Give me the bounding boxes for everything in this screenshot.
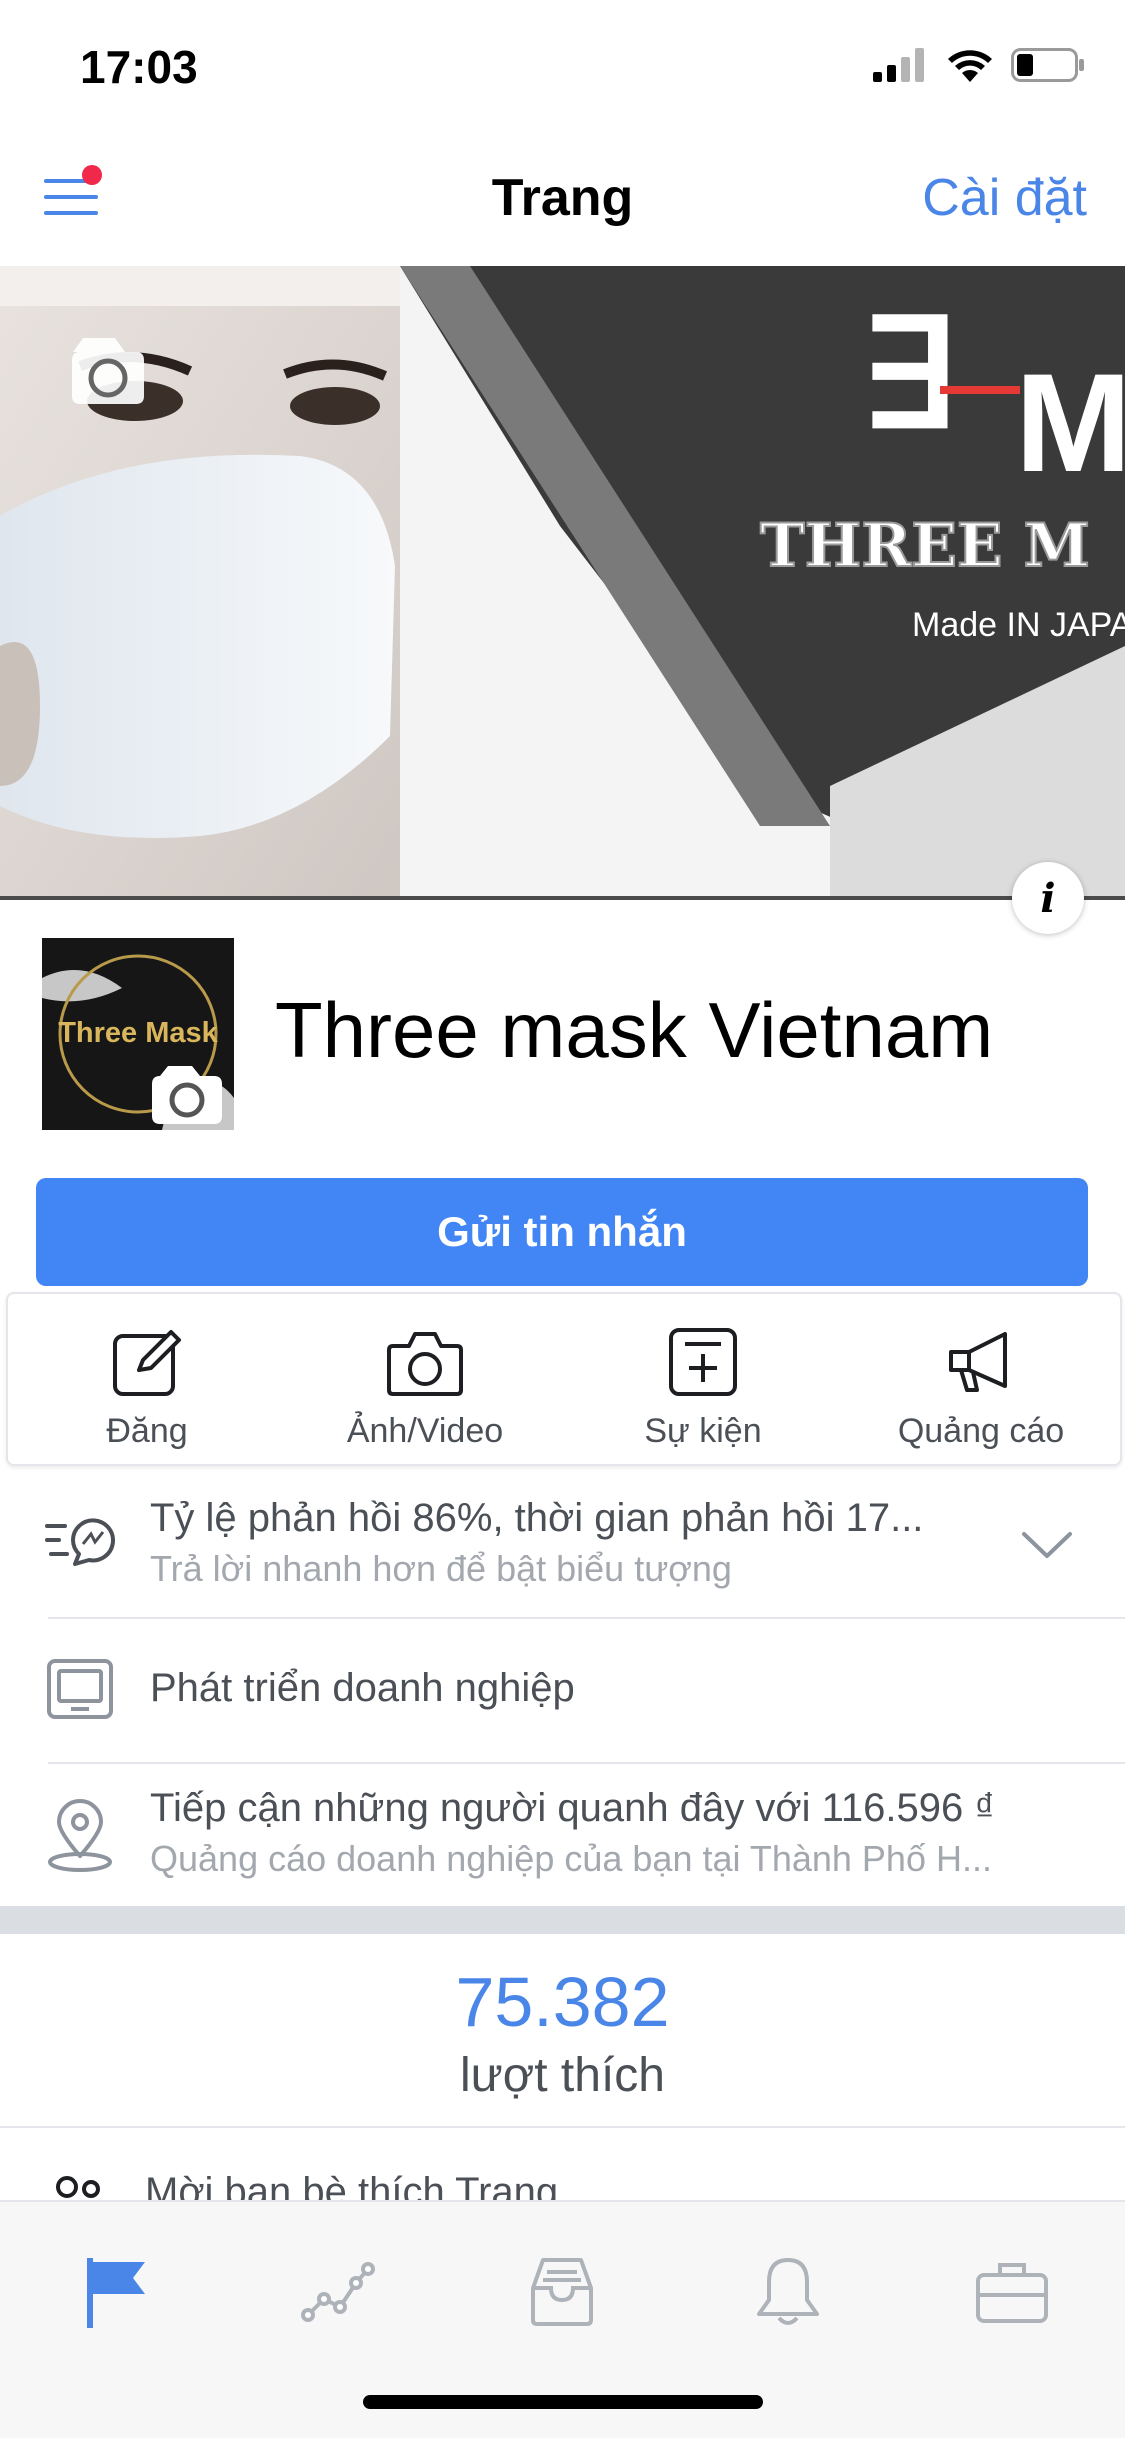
chevron-down-icon[interactable] — [1020, 1530, 1074, 1567]
svg-text:∃: ∃ — [860, 290, 955, 458]
location-pin-icon — [40, 1796, 120, 1876]
edit-icon — [113, 1330, 181, 1396]
megaphone-icon — [949, 1332, 1007, 1392]
calendar-plus-icon — [669, 1328, 737, 1396]
profile-picture[interactable]: Three Mask — [42, 938, 234, 1130]
ad-label: Quảng cáo — [897, 1412, 1065, 1450]
divider — [48, 1617, 1125, 1619]
info-icon: i — [1040, 874, 1056, 922]
flag-icon — [87, 2258, 145, 2328]
computer-icon — [40, 1650, 120, 1730]
photo-video-label: Ảnh/Video — [346, 1412, 504, 1450]
post-action[interactable]: Đăng — [8, 1294, 286, 1464]
tab-more[interactable] — [952, 2242, 1072, 2342]
tab-inbox[interactable] — [502, 2242, 622, 2342]
wifi-icon — [948, 50, 992, 82]
briefcase-icon — [976, 2263, 1048, 2323]
profile-logo: Three Mask — [42, 938, 234, 1130]
ad-action[interactable]: Quảng cáo — [842, 1294, 1120, 1464]
cover-photo[interactable]: ∃ M THREE M Made IN JAPAN — [0, 266, 1125, 900]
inbox-icon — [531, 2258, 593, 2326]
page-name: Three mask Vietnam — [275, 986, 994, 1074]
divider — [48, 1762, 1125, 1764]
status-time: 17:03 — [80, 41, 198, 93]
info-button[interactable]: i — [1012, 862, 1084, 934]
likes-label: lượt thích — [459, 2049, 665, 2102]
settings-link[interactable]: Cài đặt — [922, 168, 1087, 228]
signal-icon — [873, 48, 924, 82]
divider — [0, 2126, 1125, 2128]
response-rate-subtitle: Trả lời nhanh hơn để bật biểu tượng — [150, 1548, 732, 1589]
cover-image: ∃ M THREE M Made IN JAPAN — [0, 266, 1125, 896]
profile-logo-text: Three Mask — [58, 1017, 218, 1049]
home-indicator[interactable] — [363, 2395, 763, 2409]
status-icons — [873, 48, 1085, 82]
tab-insights[interactable] — [278, 2242, 398, 2342]
response-rate-title: Tỷ lệ phản hồi 86%, thời gian phản hồi 1… — [150, 1496, 924, 1540]
grow-business-title[interactable]: Phát triển doanh nghiệp — [150, 1666, 575, 1711]
section-separator — [0, 1906, 1125, 1934]
tab-page[interactable] — [56, 2242, 176, 2342]
photo-video-action[interactable]: Ảnh/Video — [286, 1294, 564, 1464]
cover-brand-line: THREE M — [760, 511, 1090, 581]
send-message-button[interactable]: Gửi tin nhắn — [36, 1178, 1088, 1286]
svg-text:M: M — [1015, 344, 1125, 501]
tab-notifications[interactable] — [728, 2242, 848, 2342]
action-row: Đăng Ảnh/Video Sự kiện Quảng cáo — [6, 1292, 1122, 1466]
battery-icon — [1011, 48, 1084, 82]
reach-title[interactable]: Tiếp cận những người quanh đây với 116.5… — [150, 1786, 995, 1831]
cover-brand-tag: Made IN JAPAN — [912, 606, 1125, 644]
insights-icon — [301, 2262, 375, 2322]
reach-subtitle: Quảng cáo doanh nghiệp của bạn tại Thành… — [150, 1838, 992, 1879]
bell-icon — [757, 2258, 819, 2325]
camera-icon — [387, 1332, 463, 1396]
event-action[interactable]: Sự kiện — [564, 1294, 842, 1464]
event-label: Sự kiện — [644, 1412, 762, 1450]
post-action-label: Đăng — [106, 1412, 188, 1450]
response-rate-icon — [40, 1500, 120, 1580]
likes-count[interactable]: 75.382 — [0, 1962, 1125, 2042]
